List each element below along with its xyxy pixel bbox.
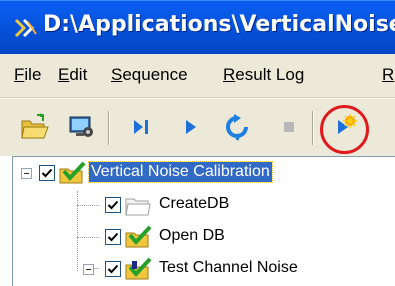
collapse-toggle[interactable] — [83, 264, 94, 275]
loop-icon[interactable] — [222, 112, 252, 142]
step-run-icon[interactable] — [126, 112, 156, 142]
node-checkbox[interactable] — [105, 197, 121, 213]
check-folder-icon — [59, 161, 86, 184]
menu-r[interactable]: R — [382, 65, 394, 85]
node-checkbox[interactable] — [39, 165, 55, 181]
check-folder-icon — [125, 225, 152, 248]
checkmark-icon — [41, 168, 53, 178]
tree-node-label[interactable]: Vertical Noise Calibration — [88, 161, 273, 183]
empty-folder-icon — [125, 198, 151, 216]
menu-bar: File Edit Sequence Result Log R — [0, 54, 395, 98]
monitor-settings-icon[interactable] — [66, 112, 96, 142]
stop-icon[interactable] — [274, 112, 304, 142]
menu-file[interactable]: File — [14, 65, 41, 85]
checkmark-icon — [107, 232, 119, 242]
app-icon — [14, 18, 37, 38]
checkmark-icon — [107, 200, 119, 210]
tree-node-test-channel-noise[interactable]: Test Channel Noise — [13, 253, 395, 285]
toolbar-separator — [108, 111, 110, 145]
play-icon[interactable] — [176, 112, 206, 142]
checkmark-icon — [107, 264, 119, 274]
menu-sequence[interactable]: Sequence — [111, 65, 188, 85]
tree-node-label[interactable]: Open DB — [159, 227, 225, 245]
menu-result-log[interactable]: Result Log — [223, 65, 304, 85]
title-bar[interactable]: D:\Applications\VerticalNoise — [0, 0, 395, 54]
tree-node-label[interactable]: CreateDB — [159, 195, 229, 213]
tree-node-createdb[interactable]: CreateDB — [13, 189, 395, 221]
tree-node-label[interactable]: Test Channel Noise — [159, 259, 298, 277]
node-checkbox[interactable] — [105, 261, 121, 277]
tree-node-vertical-noise-calibration[interactable]: Vertical Noise Calibration — [13, 157, 395, 189]
highlight-circle — [320, 105, 369, 154]
open-folder-icon[interactable] — [20, 112, 50, 142]
node-checkbox[interactable] — [105, 229, 121, 245]
toolbar-separator — [312, 111, 314, 145]
application-window: D:\Applications\VerticalNoise File Edit … — [0, 0, 395, 286]
collapse-toggle[interactable] — [21, 168, 32, 179]
sequence-tree[interactable]: Vertical Noise Calibration CreateDB Open… — [12, 156, 395, 286]
tree-node-open-db[interactable]: Open DB — [13, 221, 395, 253]
check-folder-icon — [125, 257, 152, 280]
menu-edit[interactable]: Edit — [58, 65, 87, 85]
window-title: D:\Applications\VerticalNoise — [43, 12, 395, 37]
